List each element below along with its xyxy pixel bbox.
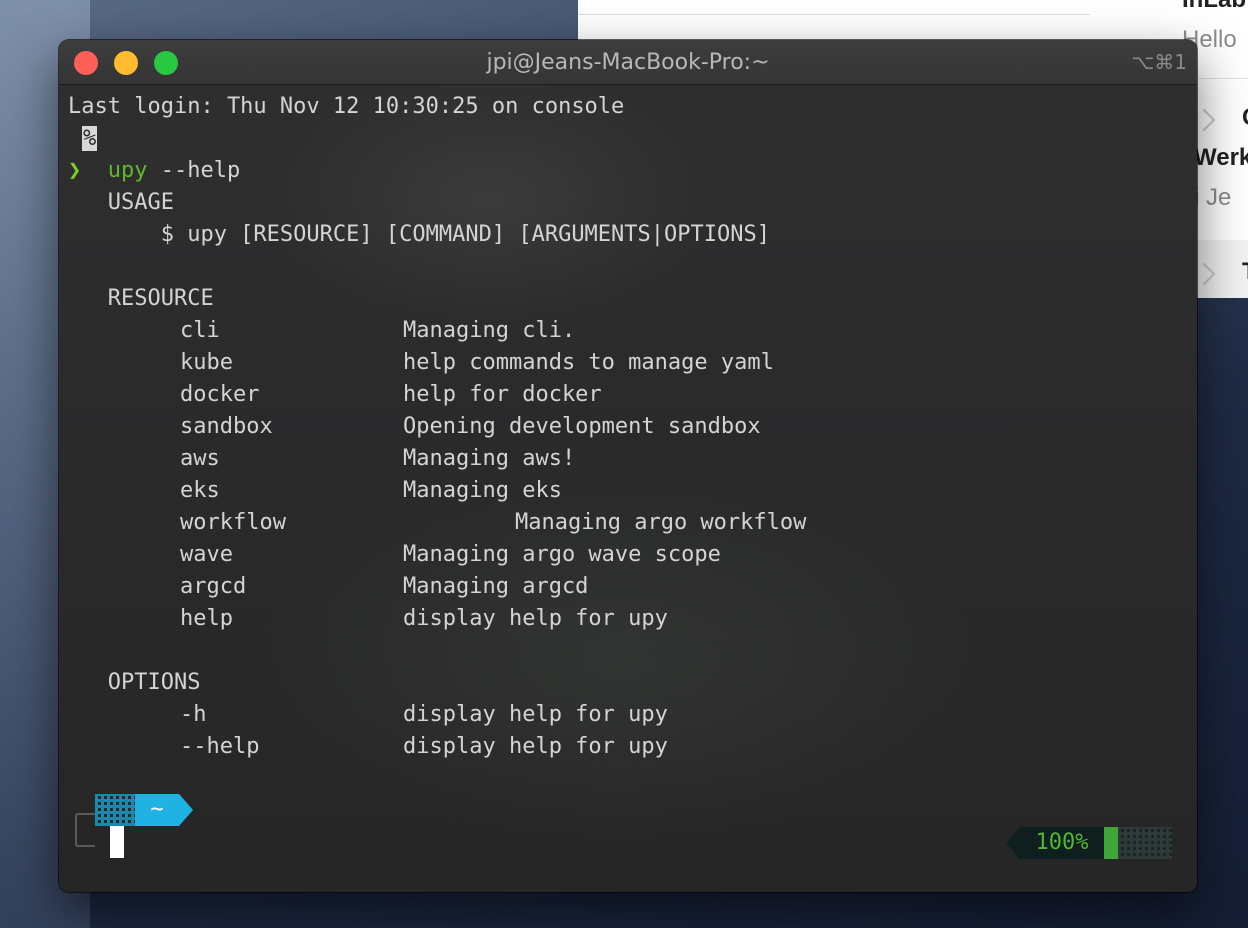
command-line: ❯ upy --help <box>68 155 240 187</box>
resource-name: docker <box>180 382 260 407</box>
prompt-arrow-icon: ❯ <box>68 158 82 183</box>
prompt-arrow-icon <box>1006 827 1020 859</box>
divider <box>1198 78 1248 79</box>
resource-name: workflow <box>180 510 286 535</box>
command-args: --help <box>147 158 241 183</box>
terminal-output[interactable]: Last login: Thu Nov 12 10:30:25 on conso… <box>68 91 1197 892</box>
resource-name: argcd <box>180 574 247 599</box>
options-header: OPTIONS <box>68 670 201 695</box>
resource-name: cli <box>180 318 220 343</box>
usage-line: $ upy [RESOURCE] [COMMAND] [ARGUMENTS|OP… <box>68 222 770 247</box>
last-login-line: Last login: Thu Nov 12 10:30:25 on conso… <box>68 94 625 119</box>
resource-desc: help commands to manage yaml <box>403 350 774 375</box>
resource-desc: Managing argo wave scope <box>403 542 721 567</box>
title-bar[interactable]: jpi@Jeans-MacBook-Pro:~ ⌥⌘1 <box>59 40 1197 85</box>
prompt-dither <box>95 794 139 826</box>
resource-desc: Opening development sandbox <box>403 414 761 439</box>
resource-desc: Managing aws! <box>403 446 576 471</box>
option-desc: display help for upy <box>403 734 668 759</box>
window-shortcut: ⌥⌘1 <box>1131 50 1187 74</box>
resource-name: kube <box>180 350 233 375</box>
prompt-directory: ~ <box>135 794 179 826</box>
option-name: --help <box>180 734 260 759</box>
resource-name: eks <box>180 478 220 503</box>
battery-percentage: 100% <box>1020 827 1104 859</box>
resource-name: help <box>180 606 233 631</box>
battery-icon <box>1104 827 1118 859</box>
divider <box>578 14 1090 15</box>
text-cursor[interactable] <box>110 826 124 858</box>
option-desc: display help for upy <box>403 702 668 727</box>
message-title[interactable]: InLab <box>1182 0 1246 14</box>
right-prompt-segment: 100% <box>1006 827 1176 859</box>
option-name: -h <box>180 702 207 727</box>
resource-desc: Managing argo workflow <box>515 510 807 535</box>
resource-desc: display help for upy <box>403 606 668 631</box>
message-subject[interactable]: Werk <box>1194 144 1248 172</box>
window-title: jpi@Jeans-MacBook-Pro:~ <box>486 50 770 75</box>
resource-name: aws <box>180 446 220 471</box>
resource-name: sandbox <box>180 414 273 439</box>
message-initial: T <box>1242 258 1248 286</box>
prompt-arrow-icon <box>179 794 193 826</box>
resource-desc: Managing argcd <box>403 574 589 599</box>
percent-glyph: % <box>82 126 98 151</box>
message-preview: i Je <box>1194 184 1232 211</box>
resource-name: wave <box>180 542 233 567</box>
prompt-bracket <box>75 813 95 847</box>
prompt-dither <box>1118 827 1172 859</box>
resource-desc: Managing cli. <box>403 318 576 343</box>
prompt-segment: ~ <box>95 794 195 826</box>
command-name: upy <box>107 158 148 183</box>
percent-marker: % <box>82 123 98 155</box>
message-initial: C <box>1242 104 1248 132</box>
usage-header: USAGE <box>68 190 174 215</box>
resource-desc: help for docker <box>403 382 602 407</box>
resource-desc: Managing eks <box>403 478 562 503</box>
resource-header: RESOURCE <box>68 286 214 311</box>
terminal-window[interactable]: jpi@Jeans-MacBook-Pro:~ ⌥⌘1 Last login: … <box>59 40 1197 892</box>
